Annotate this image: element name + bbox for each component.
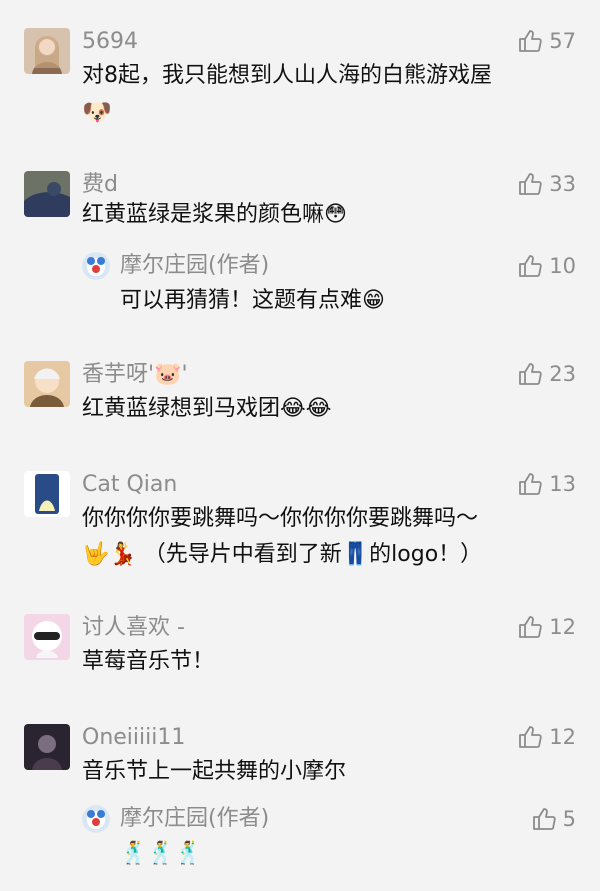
comment-username[interactable]: 香芋呀'🐷' [82, 362, 188, 388]
like-button[interactable]: 5 [531, 806, 576, 832]
comment-text: 你你你你要跳舞吗～你你你你要跳舞吗～ [82, 506, 479, 531]
like-button[interactable]: 10 [517, 253, 576, 279]
like-count: 23 [549, 362, 576, 386]
comment-username[interactable]: 费d [82, 172, 118, 198]
comment-username[interactable]: 讨人喜欢 - [82, 615, 185, 641]
like-count: 33 [549, 172, 576, 196]
comment-text: 🤟💃 （先导片中看到了新👖的logo！） [82, 542, 483, 567]
author-username[interactable]: 摩尔庄园(作者) [120, 252, 269, 280]
thumbs-up-icon[interactable] [517, 614, 543, 640]
comment-text: 对8起，我只能想到人山人海的白熊游戏屋 [82, 63, 492, 88]
reply-text: 可以再猜猜！这题有点难😁 [120, 288, 385, 313]
author-avatar[interactable] [82, 252, 110, 280]
like-button[interactable]: 23 [517, 361, 576, 387]
like-count: 12 [549, 615, 576, 639]
like-button[interactable]: 12 [517, 614, 576, 640]
thumbs-up-icon[interactable] [517, 724, 543, 750]
like-button[interactable]: 13 [517, 471, 576, 497]
comment-username[interactable]: Oneiiiii11 [82, 725, 185, 751]
like-count: 13 [549, 472, 576, 496]
comment-text: 草莓音乐节！ [82, 649, 215, 674]
thumbs-up-icon[interactable] [517, 361, 543, 387]
thumbs-up-icon[interactable] [517, 471, 543, 497]
thumbs-up-icon[interactable] [531, 806, 557, 832]
thumbs-up-icon[interactable] [517, 171, 543, 197]
like-button[interactable]: 33 [517, 171, 576, 197]
comment-text: 🐶 [82, 98, 112, 126]
avatar[interactable] [24, 171, 70, 217]
avatar[interactable] [24, 614, 70, 660]
comment-username[interactable]: 5694 [82, 29, 138, 55]
comment-text: 红黄蓝绿是浆果的颜色嘛😳 [82, 202, 347, 227]
avatar[interactable] [24, 361, 70, 407]
comment-username[interactable]: Cat Qian [82, 472, 177, 498]
thumbs-up-icon[interactable] [517, 28, 543, 54]
comment-text: 音乐节上一起共舞的小摩尔 [82, 759, 347, 784]
comment-text: 红黄蓝绿想到马戏团😂😂 [82, 396, 332, 421]
thumbs-up-icon[interactable] [517, 253, 543, 279]
like-button[interactable]: 57 [517, 28, 576, 54]
avatar[interactable] [24, 724, 70, 770]
avatar[interactable] [24, 471, 70, 517]
like-button[interactable]: 12 [517, 724, 576, 750]
reply-text: 🕺🕺🕺 [120, 841, 203, 866]
like-count: 12 [549, 725, 576, 749]
author-username[interactable]: 摩尔庄园(作者) [120, 805, 269, 833]
like-count: 5 [562, 807, 576, 831]
like-count: 10 [549, 254, 576, 278]
author-avatar[interactable] [82, 805, 110, 833]
like-count: 57 [549, 29, 576, 53]
avatar[interactable] [24, 28, 70, 74]
